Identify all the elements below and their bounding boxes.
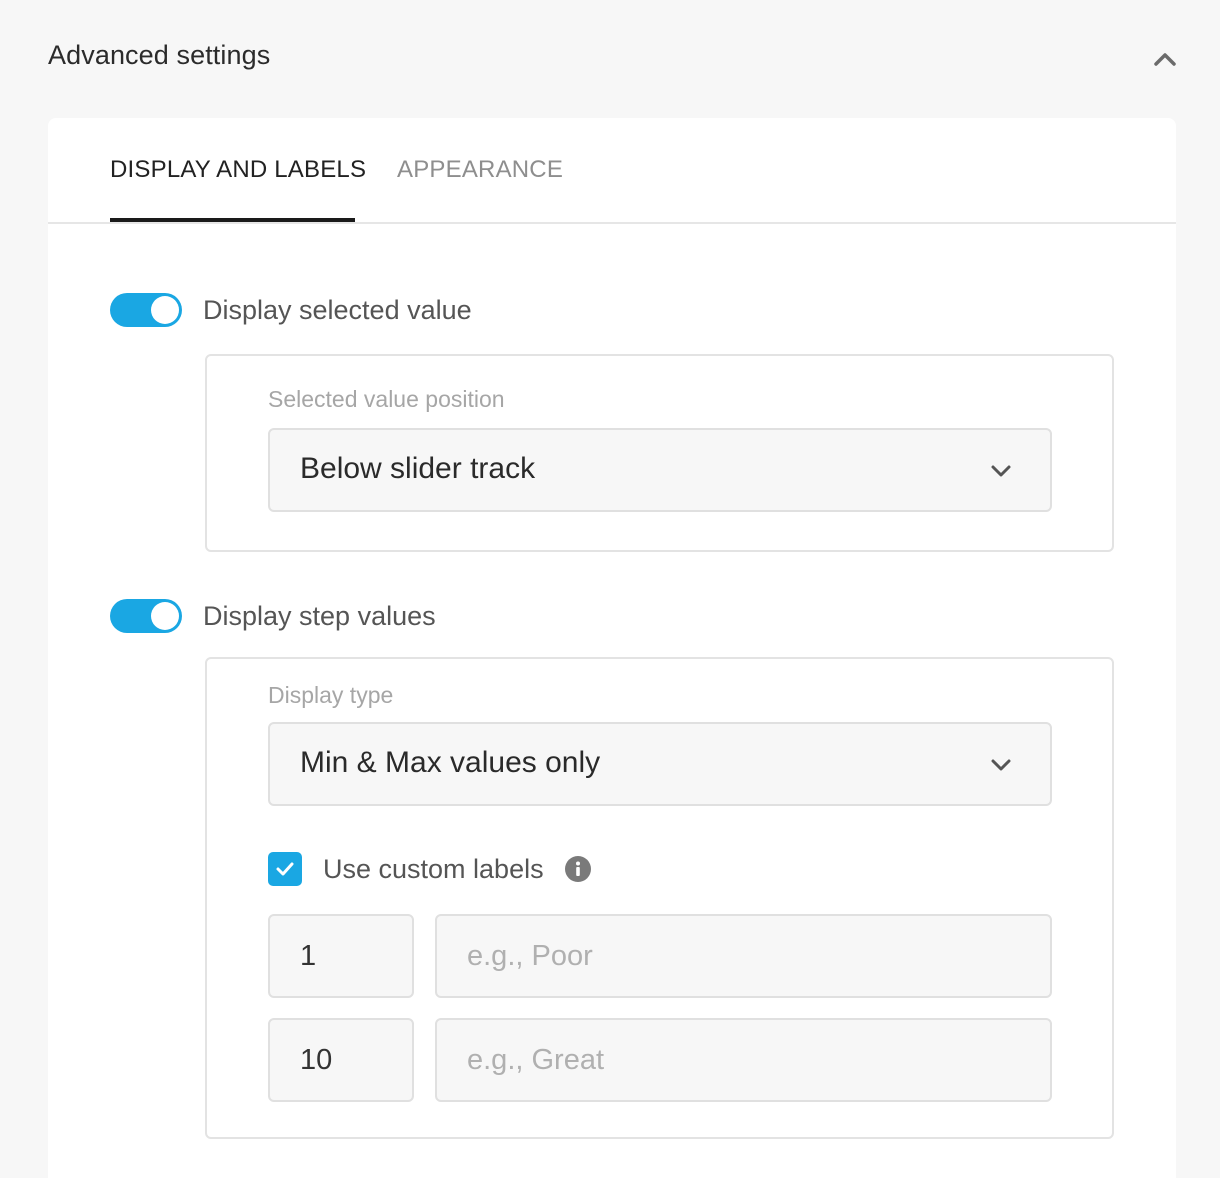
- selected-value-panel: Selected value position Below slider tra…: [205, 354, 1114, 552]
- display-selected-value-toggle[interactable]: [110, 293, 182, 327]
- collapse-button[interactable]: [1148, 42, 1182, 76]
- step-max-label-input[interactable]: [435, 1018, 1052, 1102]
- use-custom-labels-checkbox[interactable]: [268, 852, 302, 886]
- tab-display-and-labels[interactable]: DISPLAY AND LABELS: [110, 156, 366, 224]
- settings-card: DISPLAY AND LABELS APPEARANCE Display se…: [48, 118, 1176, 1178]
- display-step-values-row: Display step values: [110, 598, 436, 634]
- step-max-value-input[interactable]: [268, 1018, 414, 1102]
- info-icon[interactable]: [564, 856, 591, 882]
- use-custom-labels-label: Use custom labels: [323, 853, 544, 884]
- display-step-values-toggle[interactable]: [110, 599, 182, 633]
- info-glyph: [575, 861, 580, 876]
- display-type-select[interactable]: Min & Max values only: [268, 722, 1052, 806]
- step-min-value-input[interactable]: [268, 914, 414, 998]
- section-title: Advanced settings: [48, 40, 271, 70]
- selected-value-position-select[interactable]: Below slider track: [268, 428, 1052, 512]
- checkmark-icon: [276, 862, 294, 876]
- tab-bar: DISPLAY AND LABELS APPEARANCE: [48, 118, 1176, 224]
- tab-appearance[interactable]: APPEARANCE: [397, 156, 563, 224]
- chevron-up-icon: [1154, 53, 1176, 66]
- display-selected-value-label: Display selected value: [203, 294, 472, 325]
- chevron-down-icon: [991, 759, 1011, 771]
- step-min-label-input[interactable]: [435, 914, 1052, 998]
- selected-value-position-label: Selected value position: [268, 386, 505, 412]
- toggle-knob: [151, 602, 179, 630]
- select-value: Min & Max values only: [300, 746, 601, 779]
- active-tab-indicator: [110, 218, 355, 222]
- use-custom-labels-row: Use custom labels: [268, 851, 591, 887]
- display-selected-value-row: Display selected value: [110, 292, 472, 328]
- display-step-values-label: Display step values: [203, 600, 436, 631]
- advanced-settings-header[interactable]: Advanced settings: [0, 0, 1220, 118]
- toggle-knob: [151, 296, 179, 324]
- chevron-down-icon: [991, 465, 1011, 477]
- select-value: Below slider track: [300, 452, 536, 485]
- display-type-label: Display type: [268, 682, 394, 708]
- step-values-panel: Display type Min & Max values only Use c…: [205, 657, 1114, 1139]
